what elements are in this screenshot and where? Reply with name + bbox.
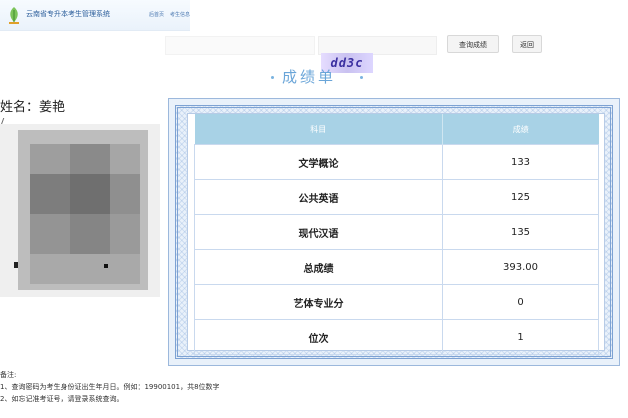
subject-cell: 公共英语 bbox=[194, 179, 443, 215]
system-title: 云南省专升本考生管理系统 bbox=[26, 10, 110, 18]
score-cell: 0 bbox=[442, 284, 599, 320]
leaf-logo-icon bbox=[9, 7, 19, 24]
nav-candidate-info-link[interactable]: 考生信息 bbox=[170, 11, 190, 18]
table-row: 位次 1 bbox=[194, 319, 599, 355]
photo-pixel-block bbox=[70, 144, 110, 174]
name-label: 姓名： bbox=[0, 100, 40, 115]
nav-home-link[interactable]: 后首页 bbox=[149, 11, 164, 18]
notes-heading: 备注: bbox=[0, 371, 17, 379]
subject-cell: 现代汉语 bbox=[194, 214, 443, 250]
candidate-photo bbox=[0, 124, 160, 297]
score-cell: 135 bbox=[442, 214, 599, 250]
table-row: 现代汉语 135 bbox=[194, 214, 599, 250]
title-dot-right-icon bbox=[360, 76, 363, 79]
photo-pixel-block bbox=[30, 144, 70, 174]
photo-pixel-block bbox=[30, 174, 70, 214]
score-card: 科目 成绩 文学概论 133 公共英语 125 现代汉语 135 总成绩 393… bbox=[187, 113, 605, 355]
note-line: 2、如忘记准考证号，请登录系统查询。 bbox=[0, 395, 124, 403]
subject-cell: 艺体专业分 bbox=[194, 284, 443, 320]
score-cell: 1 bbox=[442, 319, 599, 355]
subject-cell: 位次 bbox=[194, 319, 443, 355]
exam-number-input[interactable] bbox=[165, 36, 315, 55]
title-dot-left-icon bbox=[271, 76, 274, 79]
mouse-cursor-icon bbox=[104, 264, 108, 268]
notes-section: 备注: 1、查询密码为考生身份证出生年月日。例如：19900101，共8位数字 … bbox=[0, 369, 220, 405]
table-row: 艺体专业分 0 bbox=[194, 284, 599, 320]
score-cell: 393.00 bbox=[442, 249, 599, 285]
certificate-frame: 科目 成绩 文学概论 133 公共英语 125 现代汉语 135 总成绩 393… bbox=[168, 98, 620, 366]
photo-pixel-block bbox=[14, 262, 18, 268]
candidate-name: 姓名：姜艳 bbox=[0, 96, 65, 115]
header-score: 成绩 bbox=[442, 114, 599, 145]
subject-cell: 文学概论 bbox=[194, 144, 443, 180]
app-header: 云南省专升本考生管理系统 后首页 考生信息 bbox=[0, 0, 190, 31]
subject-cell: 总成绩 bbox=[194, 249, 443, 285]
photo-pixel-block bbox=[110, 214, 140, 254]
name-value: 姜艳 bbox=[39, 100, 66, 115]
score-table: 科目 成绩 文学概论 133 公共英语 125 现代汉语 135 总成绩 393… bbox=[194, 114, 599, 355]
note-line: 1、查询密码为考生身份证出生年月日。例如：19900101，共8位数字 bbox=[0, 383, 220, 391]
score-cell: 133 bbox=[442, 144, 599, 180]
photo-pixel-block bbox=[70, 214, 110, 254]
score-cell: 125 bbox=[442, 179, 599, 215]
photo-pixel-block bbox=[30, 214, 70, 254]
query-scores-button[interactable]: 查询成绩 bbox=[447, 35, 499, 53]
photo-pixel-block bbox=[30, 254, 140, 284]
table-header-row: 科目 成绩 bbox=[194, 114, 599, 145]
table-row: 公共英语 125 bbox=[194, 179, 599, 215]
header-subject: 科目 bbox=[194, 114, 443, 145]
score-sheet-title: 成绩单 bbox=[282, 68, 337, 86]
photo-pixel-block bbox=[70, 174, 110, 214]
photo-pixel-block bbox=[110, 174, 140, 214]
table-row: 文学概论 133 bbox=[194, 144, 599, 180]
back-button[interactable]: 返回 bbox=[512, 35, 542, 53]
photo-pixel-block bbox=[110, 144, 140, 174]
table-row: 总成绩 393.00 bbox=[194, 249, 599, 285]
